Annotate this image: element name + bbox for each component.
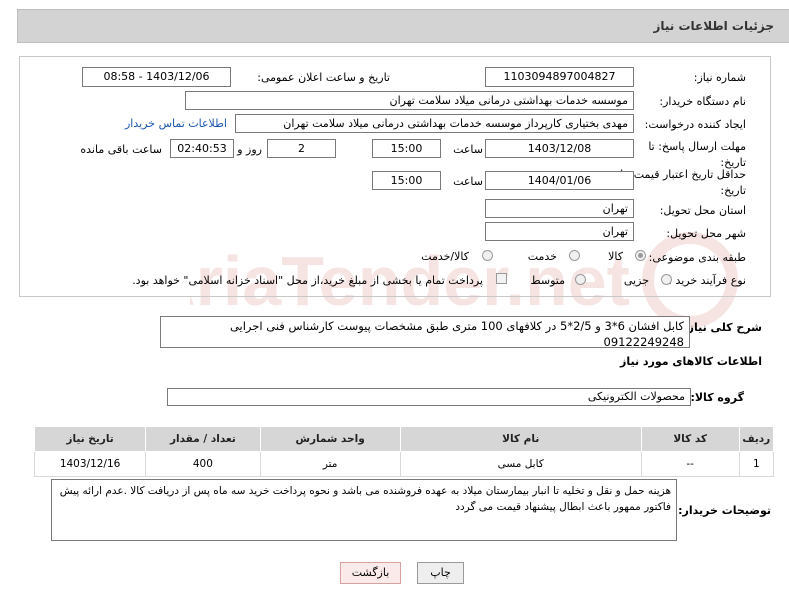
goods-section-title: اطلاعات کالاهای مورد نیاز — [620, 355, 762, 368]
description-field: کابل افشان 6*3 و 2/5*5 در کلافهای 100 مت… — [160, 316, 690, 348]
table-row: 1 -- کابل مسی متر 400 1403/12/16 — [33, 451, 775, 477]
category-label: طبقه بندی موضوعی: — [648, 251, 746, 264]
cell-qty: 400 — [145, 451, 261, 477]
process-option-medium: متوسط — [530, 274, 565, 287]
page-header: جزئیات اطلاعات نیاز — [17, 9, 789, 43]
category-radio-both[interactable] — [482, 250, 493, 261]
remaining-label: ساعت باقی مانده — [80, 143, 162, 156]
requester-label: ایجاد کننده درخواست: — [644, 118, 746, 131]
cell-name: کابل مسی — [399, 451, 642, 477]
cell-unit: متر — [259, 451, 401, 477]
col-row: ردیف — [738, 426, 775, 452]
category-option-service: خدمت — [527, 250, 557, 263]
back-button[interactable]: بازگشت — [340, 562, 401, 584]
goods-table: ردیف کد کالا نام کالا واحد شمارش تعداد /… — [33, 426, 775, 477]
buyer-org-field: موسسه خدمات بهداشتی درمانی میلاد سلامت ت… — [185, 91, 634, 110]
validity-date-field: 1404/01/06 — [485, 171, 634, 190]
requester-field: مهدی بختیاری کارپرداز موسسه خدمات بهداشت… — [235, 114, 634, 133]
city-label: شهر محل تحویل: — [666, 227, 746, 240]
print-button[interactable]: چاپ — [417, 562, 464, 584]
category-radio-goods[interactable] — [635, 250, 646, 261]
page-title: جزئیات اطلاعات نیاز — [653, 19, 774, 33]
category-radio-service[interactable] — [569, 250, 580, 261]
buyer-notes-label: توضیحات خریدار: — [678, 504, 771, 517]
deadline-time-field: 15:00 — [372, 139, 441, 158]
deadline-time-label: ساعت — [453, 143, 483, 156]
category-option-goods: کالا — [608, 250, 623, 263]
validity-time-label: ساعت — [453, 175, 483, 188]
col-name: نام کالا — [399, 426, 642, 452]
cell-date: 1403/12/16 — [33, 451, 147, 477]
province-field: تهران — [485, 199, 634, 218]
buyer-notes-field: هزینه حمل و نقل و تخلیه تا انبار بیمارست… — [51, 479, 677, 541]
table-header-row: ردیف کد کالا نام کالا واحد شمارش تعداد /… — [33, 426, 775, 452]
announce-field: 1403/12/06 - 08:58 — [82, 67, 231, 87]
col-qty: تعداد / مقدار — [145, 426, 261, 452]
process-label: نوع فرآیند خرید : — [668, 274, 746, 287]
need-number-field: 1103094897004827 — [485, 67, 634, 87]
process-radio-medium[interactable] — [575, 274, 586, 285]
col-date: تاریخ نیاز — [33, 426, 147, 452]
category-option-both: کالا/خدمت — [421, 250, 469, 263]
days-field: 2 — [267, 139, 336, 158]
need-number-label: شماره نیاز: — [693, 71, 746, 84]
deadline-date-field: 1403/12/08 — [485, 139, 634, 158]
col-code: کد کالا — [640, 426, 740, 452]
goods-group-field: محصولات الکترونیکی — [167, 388, 691, 406]
province-label: استان محل تحویل: — [659, 204, 746, 217]
cell-row: 1 — [738, 451, 775, 477]
description-label: شرح کلی نیاز: — [683, 321, 762, 334]
process-radio-minor[interactable] — [661, 274, 672, 285]
remaining-time-field: 02:40:53 — [170, 139, 234, 158]
cell-code: -- — [640, 451, 740, 477]
goods-group-label: گروه کالا: — [690, 391, 744, 404]
treasury-payment-checkbox[interactable] — [496, 273, 507, 284]
announce-label: تاریخ و ساعت اعلان عمومی: — [257, 71, 390, 84]
col-unit: واحد شمارش — [259, 426, 401, 452]
treasury-payment-note: پرداخت تمام یا بخشی از مبلغ خرید،از محل … — [132, 274, 483, 287]
contact-info-link[interactable]: اطلاعات تماس خریدار — [125, 117, 227, 130]
validity-time-field: 15:00 — [372, 171, 441, 190]
process-option-minor: جزیی — [623, 274, 649, 287]
city-field: تهران — [485, 222, 634, 241]
buyer-org-label: نام دستگاه خریدار: — [659, 95, 746, 108]
days-label: روز و — [237, 143, 262, 156]
